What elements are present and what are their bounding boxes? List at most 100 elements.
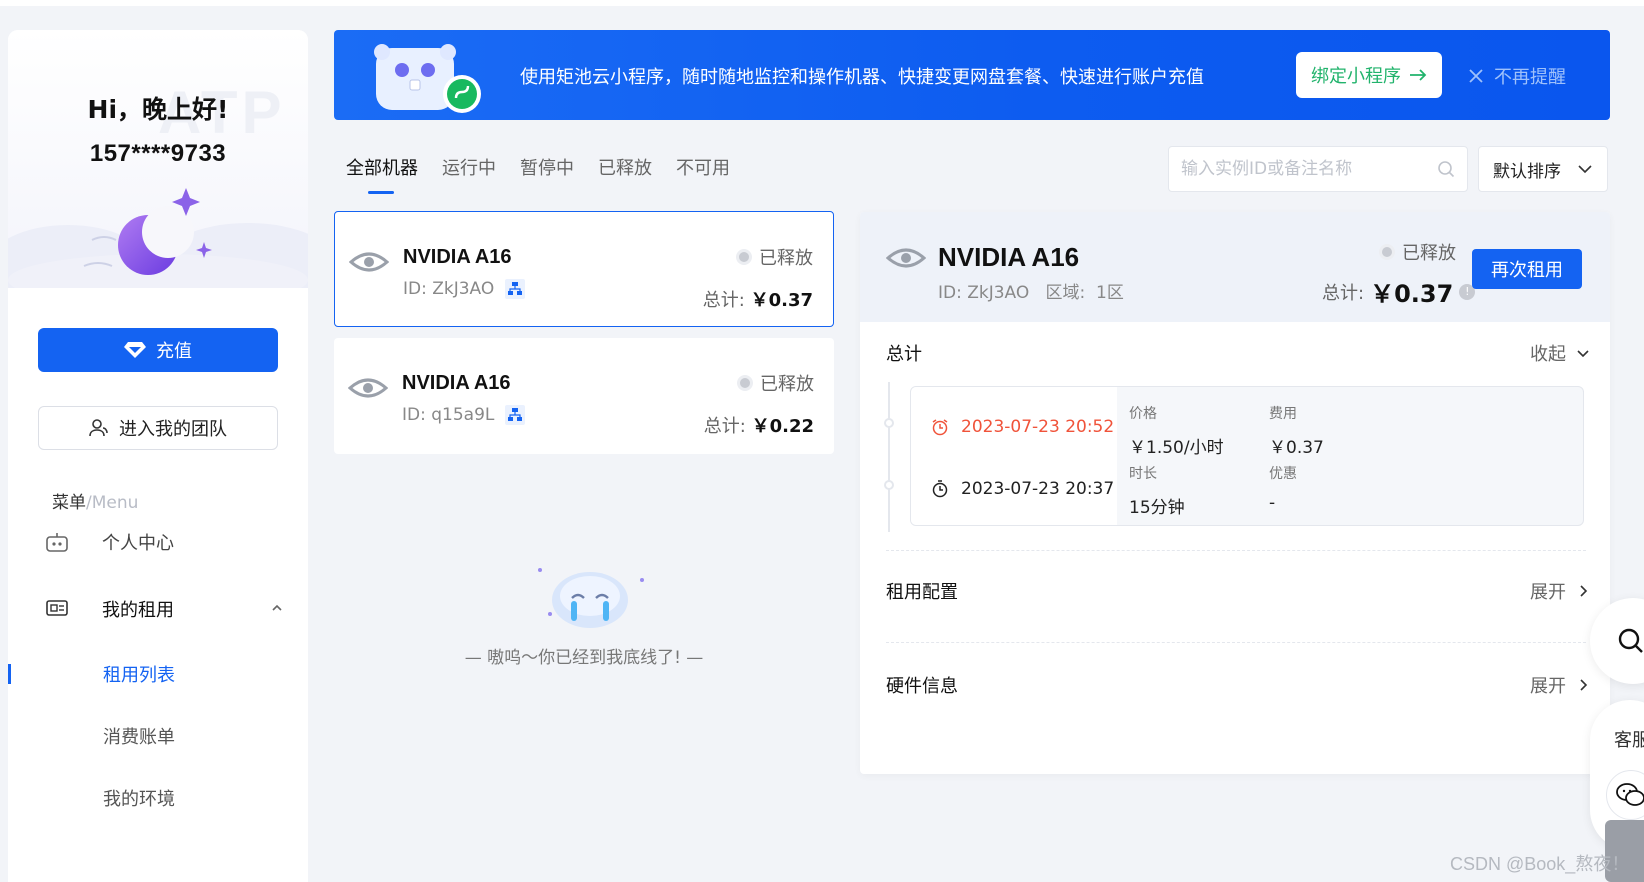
sub-item-billing[interactable]: 消费账单 <box>103 720 175 752</box>
chevron-up-icon <box>272 604 282 611</box>
sub-item-environment[interactable]: 我的环境 <box>103 782 175 814</box>
machine-name: NVIDIA A16 <box>403 246 512 268</box>
close-icon <box>1469 69 1483 83</box>
expand-config-button[interactable]: 展开 <box>1530 578 1590 604</box>
discount-label: 优惠 <box>1269 466 1297 482</box>
status-dot <box>740 378 750 388</box>
detail-total: 总计: ￥0.37 ! <box>1322 274 1476 309</box>
duration-value: 15分钟 <box>1129 498 1185 518</box>
status-text: 已释放 <box>759 248 813 269</box>
status-dot <box>1382 247 1392 257</box>
total-label: 总计: <box>703 416 752 437</box>
top-strip <box>0 0 1644 6</box>
tab-released[interactable]: 已释放 <box>598 154 652 194</box>
summary-title: 总计 <box>886 344 922 365</box>
mascot-icon <box>374 44 481 113</box>
team-icon <box>89 419 108 437</box>
instance-search <box>1168 146 1468 192</box>
sidebar: ATP Hi，晚上好! 157****9733 充值 进入我的团队 菜单/Men… <box>8 30 308 882</box>
rent-again-button[interactable]: 再次租用 <box>1472 249 1582 289</box>
network-icon[interactable] <box>504 404 526 426</box>
detail-machine-name: NVIDIA A16 <box>938 242 1080 272</box>
end-time: 2023-07-23 20:52 <box>961 417 1115 437</box>
enter-team-label: 进入我的团队 <box>119 419 227 440</box>
machine-id: ID: ZkJ3AO <box>403 279 495 299</box>
collapse-button[interactable]: 收起 <box>1530 340 1590 366</box>
recharge-label: 充值 <box>156 341 192 362</box>
crying-mascot-icon <box>538 568 644 628</box>
expand-label: 展开 <box>1530 582 1566 603</box>
wechat-icon <box>1616 783 1644 806</box>
billing-summary: 2023-07-23 20:52 2023-07-23 20:37 价格 ￥1.… <box>910 386 1584 526</box>
banner-message: 使用矩池云小程序，随时随地监控和操作机器、快捷变更网盘套餐、快速进行账户充值 <box>520 67 1204 88</box>
status-text: 已释放 <box>760 374 814 395</box>
nav-item-my-rentals[interactable]: 我的租用 <box>44 589 294 629</box>
machine-status: 已释放 <box>740 370 814 396</box>
expand-label: 展开 <box>1530 676 1566 697</box>
nvidia-icon <box>886 248 926 268</box>
dismiss-button[interactable]: 不再提醒 <box>1468 63 1566 89</box>
bind-label: 绑定小程序 <box>1311 66 1401 87</box>
chevron-right-icon <box>1580 679 1588 691</box>
fee-field: 费用 ￥0.37 <box>1269 403 1324 458</box>
tab-paused[interactable]: 暂停中 <box>520 154 574 194</box>
discount-field: 优惠 - <box>1269 463 1297 513</box>
chevron-down-icon <box>1578 165 1592 174</box>
tab-all[interactable]: 全部机器 <box>346 154 418 194</box>
fee-label: 费用 <box>1269 406 1297 422</box>
status-dot <box>739 252 749 262</box>
section-divider <box>886 642 1586 643</box>
stopwatch-icon <box>932 480 948 498</box>
search-input[interactable] <box>1181 159 1437 179</box>
detail-status: 已释放 <box>1382 239 1456 265</box>
dismiss-label: 不再提醒 <box>1494 67 1566 88</box>
timeline-dot <box>884 480 894 490</box>
enter-team-button[interactable]: 进入我的团队 <box>38 406 278 450</box>
chevron-down-icon <box>1577 350 1589 358</box>
fee-value: ￥0.37 <box>1269 438 1324 458</box>
machine-card[interactable]: NVIDIA A16 ID: ZkJ3AO 已释放 总计: ￥0.37 <box>334 211 834 327</box>
duration-field: 时长 15分钟 <box>1129 463 1185 518</box>
tab-unavailable[interactable]: 不可用 <box>676 154 730 194</box>
user-hero: ATP Hi，晚上好! 157****9733 <box>8 30 308 288</box>
chevron-right-icon <box>1580 585 1588 597</box>
rental-card-icon <box>44 598 84 620</box>
timeline-dot <box>884 418 894 428</box>
search-icon <box>1438 161 1455 178</box>
nav-item-personal-center[interactable]: 个人中心 <box>44 522 294 562</box>
alarm-icon <box>932 419 948 436</box>
detail-meta: ID: ZkJ3AO 区域: 1区 <box>938 283 1124 303</box>
bind-miniprogram-button[interactable]: 绑定小程序 <box>1296 52 1442 98</box>
total-value: ￥0.22 <box>751 416 814 437</box>
service-label: 客服 <box>1614 730 1644 751</box>
machine-id: ID: q15a9L <box>402 405 495 425</box>
expand-hardware-button[interactable]: 展开 <box>1530 672 1590 698</box>
network-icon[interactable] <box>504 278 526 300</box>
recharge-button[interactable]: 充值 <box>38 328 278 372</box>
machine-card[interactable]: NVIDIA A16 ID: q15a9L 已释放 总计: ￥0.22 <box>334 338 834 454</box>
sort-value: 默认排序 <box>1493 161 1561 182</box>
machine-detail-panel: NVIDIA A16 ID: ZkJ3AO 区域: 1区 已释放 总计: ￥0.… <box>860 212 1610 774</box>
nav-item-label: 我的租用 <box>102 600 174 621</box>
greeting: Hi，晚上好! <box>87 95 229 124</box>
wechat-button[interactable] <box>1606 770 1644 820</box>
active-indicator <box>8 664 11 684</box>
tab-running[interactable]: 运行中 <box>442 154 496 194</box>
user-phone: 157****9733 <box>89 140 227 167</box>
machine-id-line: ID: ZkJ3AO <box>403 278 526 300</box>
miniprogram-banner: 使用矩池云小程序，随时随地监控和操作机器、快捷变更网盘套餐、快速进行账户充值 绑… <box>334 30 1610 120</box>
total-label: 总计: <box>702 290 751 311</box>
machine-tabs: 全部机器 运行中 暂停中 已释放 不可用 <box>346 154 730 194</box>
machine-id-line: ID: q15a9L <box>402 404 526 426</box>
machine-total: 总计: ￥0.22 <box>704 412 814 438</box>
csdn-watermark: CSDN @Book_熬夜！ <box>1450 854 1630 874</box>
total-value: ￥0.37 <box>1370 280 1454 308</box>
end-of-list-text: — 嗷呜～你已经到我底线了! — <box>464 648 704 668</box>
diamond-icon <box>124 342 146 358</box>
timeline-line <box>888 382 890 532</box>
machine-total: 总计: ￥0.37 <box>703 286 813 312</box>
nvidia-icon <box>348 378 388 398</box>
sort-select[interactable]: 默认排序 <box>1478 146 1608 192</box>
total-label: 总计: <box>1322 282 1365 304</box>
sub-item-rental-list[interactable]: 租用列表 <box>103 658 175 690</box>
